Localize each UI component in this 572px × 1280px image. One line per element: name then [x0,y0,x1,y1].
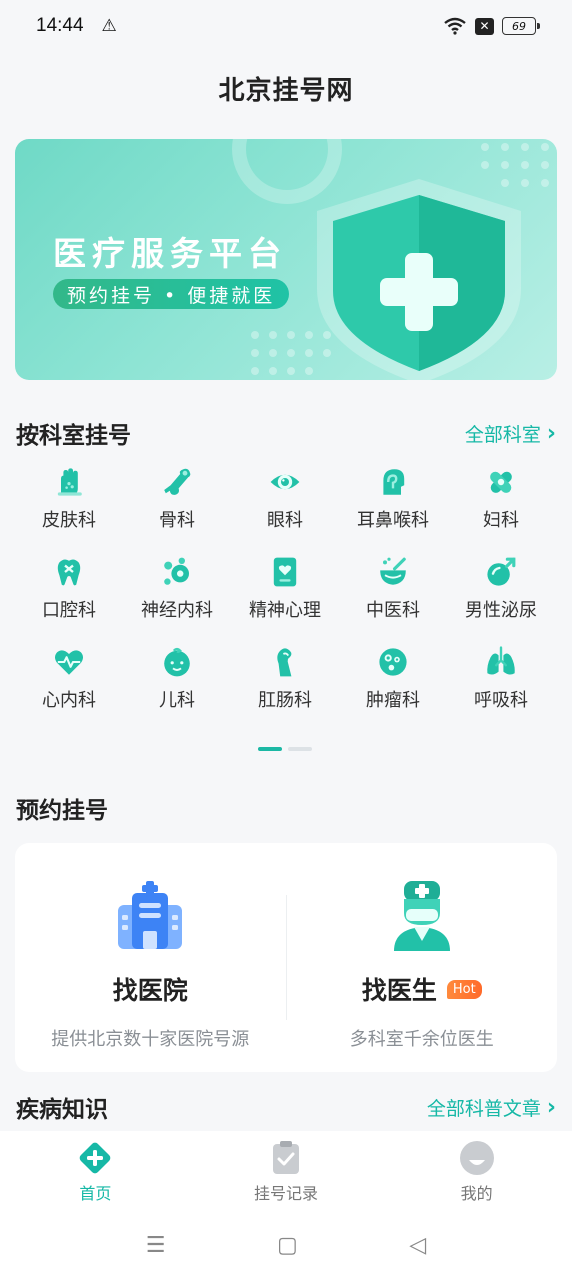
appointment-header: 预约挂号 [16,791,556,825]
dept-item-oncology[interactable]: 肿瘤科 [339,646,447,712]
tumor-icon [379,648,407,676]
lungs-icon [487,646,515,675]
dept-label: 肛肠科 [258,690,312,711]
tab-label: 首页 [79,1184,112,1203]
dept-item-dental[interactable]: 口腔科 [15,556,123,622]
tab-home[interactable]: 首页 [0,1131,191,1211]
find-hospital-label: 找医院 [112,976,188,1005]
dept-label: 眼科 [267,510,303,531]
gynecology-icon [490,471,512,493]
dept-item-ent[interactable]: 耳鼻喉科 [339,466,447,532]
all-departments-label: 全部科室 [464,423,541,446]
banner-subtitle: 预约挂号 • 便捷就医 [53,279,290,309]
dept-label: 口腔科 [42,600,96,621]
status-time: 14:44 [36,15,84,36]
herbal-bowl-icon [380,557,406,585]
dept-item-respiratory[interactable]: 呼吸科 [447,646,555,712]
bottom-tab-bar: 首页 挂号记录 我的 [0,1131,572,1211]
tab-label: 挂号记录 [254,1184,319,1203]
page-indicator [258,747,312,751]
dept-item-pediatrics[interactable]: 儿科 [123,646,231,712]
heart-icon [55,650,83,675]
eye-icon [270,474,300,490]
dept-item-skin[interactable]: 皮肤科 [15,466,123,532]
no-sim-icon: ✕ [475,17,494,35]
dept-item-bone[interactable]: 骨科 [123,466,231,532]
find-doctor-desc: 多科室千余位医生 [349,1029,494,1050]
dept-label: 神经内科 [141,600,213,621]
dept-item-eye[interactable]: 眼科 [231,466,339,532]
tooth-icon [57,559,81,586]
knowledge-header: 疾病知识 全部科普文章 › [16,1090,556,1124]
find-doctor-text: 找医生 [361,976,437,1005]
intestine-icon [277,648,292,677]
hospital-icon [118,881,183,949]
dept-label: 耳鼻喉科 [357,510,429,531]
battery-icon: 69 [502,17,540,35]
wifi-icon [444,17,466,35]
menu-icon[interactable]: ☰ [146,1233,166,1258]
find-hospital-button[interactable]: 找医院 提供北京数十家医院号源 [15,843,286,1072]
status-icons: ✕ 69 [443,17,540,35]
warning-icon: ⚠ [101,16,117,36]
dept-item-cardiology[interactable]: 心内科 [15,646,123,712]
dept-label: 中医科 [366,600,420,621]
dept-label: 精神心理 [249,600,321,621]
find-doctor-button[interactable]: 找医生 Hot 多科室千余位医生 [287,843,558,1072]
department-grid: 皮肤科 骨科 眼科 耳鼻喉科 妇科 口腔科 神经内科 精神心理 中医科 男性泌尿… [15,466,557,712]
page-title: 北京挂号网 [218,76,354,106]
dept-item-tcm[interactable]: 中医科 [339,556,447,622]
find-doctor-label: 找医生 Hot [362,971,482,1007]
banner-title: 医疗服务平台 [53,234,287,273]
dept-label: 肿瘤科 [366,690,420,711]
ent-icon [383,469,405,495]
knowledge-title: 疾病知识 [16,1097,108,1123]
clipboard-check-icon [273,1141,299,1174]
system-nav-bar: ☰ ▢ ◁ [0,1211,572,1280]
dept-item-gynecology[interactable]: 妇科 [447,466,555,532]
tab-records[interactable]: 挂号记录 [191,1131,382,1211]
dept-label: 呼吸科 [474,690,528,711]
banner[interactable]: 医疗服务平台 预约挂号 • 便捷就医 [15,139,557,380]
page-dot [288,747,312,751]
chevron-right-icon: › [546,420,556,446]
neuron-icon [164,557,189,585]
bone-icon [164,468,191,495]
skin-icon [57,468,82,496]
home-square-icon[interactable]: ▢ [277,1233,298,1258]
dept-item-psychology[interactable]: 精神心理 [231,556,339,622]
appointment-card: 找医院 提供北京数十家医院号源 找医生 Hot 多科室千余位医生 [15,843,557,1072]
find-hospital-desc: 提供北京数十家医院号源 [51,1029,250,1050]
dept-item-proctology[interactable]: 肛肠科 [231,646,339,712]
male-icon [487,557,516,586]
dept-label: 儿科 [159,690,195,711]
dept-label: 骨科 [159,510,195,531]
child-icon [164,648,190,677]
home-plus-icon [80,1142,111,1174]
dept-label: 心内科 [42,690,96,711]
dept-item-neurology[interactable]: 神经内科 [123,556,231,622]
all-departments-link[interactable]: 全部科室 › [465,420,556,447]
dept-item-urology[interactable]: 男性泌尿 [447,556,555,622]
page-dot-active [258,747,282,751]
all-articles-link[interactable]: 全部科普文章 › [427,1094,556,1121]
tab-label: 我的 [460,1184,493,1203]
user-face-icon [459,1141,494,1175]
dept-label: 男性泌尿 [465,600,537,621]
dept-label: 皮肤科 [42,510,96,531]
status-bar: 14:44 ⚠ ✕ 69 [0,0,572,52]
all-articles-label: 全部科普文章 [426,1097,541,1120]
departments-header: 按科室挂号 全部科室 › [16,416,556,450]
mind-icon [273,557,297,587]
doctor-icon [393,881,450,951]
tab-profile[interactable]: 我的 [381,1131,572,1211]
back-triangle-icon[interactable]: ◁ [409,1233,426,1258]
hot-badge: Hot [446,979,482,999]
dept-label: 妇科 [483,510,519,531]
chevron-right-icon: › [546,1094,556,1120]
appointment-title: 预约挂号 [16,798,108,824]
departments-title: 按科室挂号 [16,423,131,449]
